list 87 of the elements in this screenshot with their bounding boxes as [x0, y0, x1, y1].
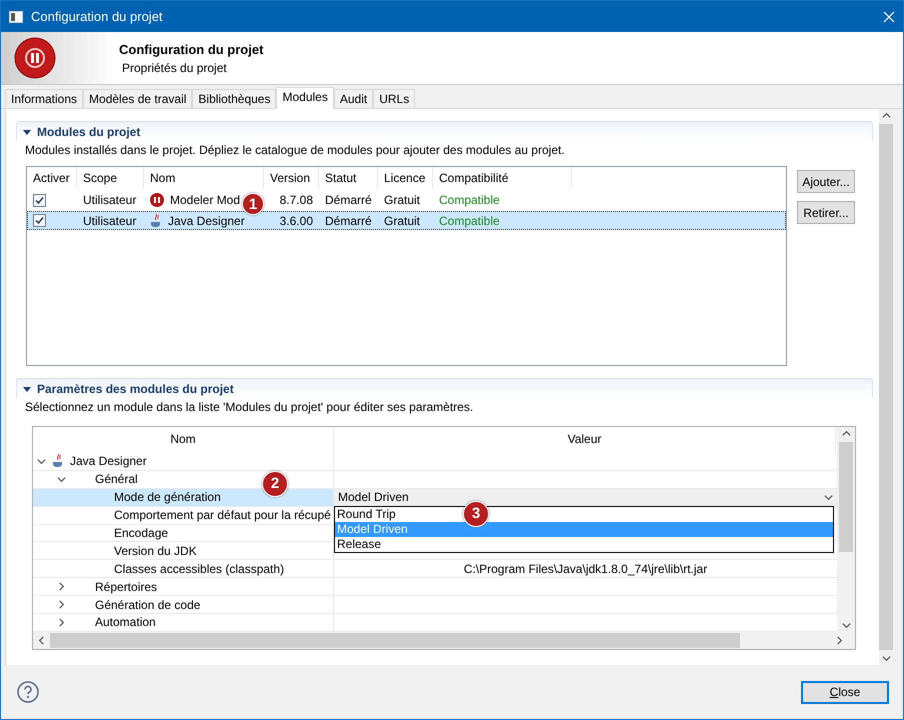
scroll-down-icon[interactable] [842, 621, 850, 630]
column-header[interactable]: Compatibilité [433, 167, 572, 189]
tree-item-label: Mode de génération [114, 490, 221, 504]
column-header[interactable]: Valeur [334, 427, 836, 453]
tree-item[interactable]: Comportement par défaut pour la récupé [33, 506, 334, 524]
collapse-icon[interactable] [23, 128, 31, 136]
scroll-up-icon[interactable] [882, 111, 890, 120]
table-cell: Compatible [439, 214, 500, 228]
table-cell: Modeler Mod [170, 193, 240, 207]
section-description: Modules installés dans le projet. Dépliez le catalogue de modules pour ajouter des modules au projet. [24, 142, 566, 157]
tree-item-label: Génération de code [95, 598, 200, 612]
header-subtitle: Propriétés du projet [121, 60, 228, 74]
tree-item[interactable]: Version du JDK [33, 542, 334, 560]
tab[interactable]: Modèles de travail [83, 89, 192, 108]
coffee-cup-icon [150, 214, 162, 228]
column-header[interactable]: Scope [77, 167, 144, 189]
dropdown-chevron-icon[interactable] [824, 492, 833, 502]
scroll-right-icon[interactable] [835, 636, 844, 645]
tree-item-label: Version du JDK [114, 544, 197, 558]
tab[interactable]: Informations [5, 89, 84, 108]
scroll-up-icon[interactable] [842, 429, 850, 438]
table-cell: Démarré [325, 193, 372, 207]
section-title: Modules du projet [37, 124, 140, 138]
table-cell: Java Designer [168, 214, 245, 228]
close-button[interactable]: Close [801, 680, 889, 704]
expand-chevron-icon[interactable] [57, 582, 66, 592]
table-cell: Gratuit [384, 193, 420, 207]
scroll-down-icon[interactable] [882, 654, 890, 663]
column-header[interactable]: Nom [144, 167, 264, 189]
collapse-icon[interactable] [23, 384, 31, 392]
tree-item-label: Automation [95, 615, 156, 630]
section-title: Paramètres des modules du projet [37, 382, 234, 396]
table-cell: Utilisateur [83, 193, 136, 207]
column-header[interactable]: Nom [33, 427, 334, 453]
tree-item[interactable]: Répertoires [33, 578, 334, 596]
scrollbar-thumb[interactable] [879, 124, 893, 650]
close-icon[interactable] [883, 10, 895, 22]
column-header[interactable]: Activer [27, 167, 77, 189]
column-header[interactable]: Licence [378, 167, 433, 189]
module-logo-icon [150, 193, 164, 207]
scrollbar-thumb[interactable] [50, 633, 740, 648]
table-cell: Compatible [439, 193, 500, 207]
value-text: C:\Program Files\Java\jdk1.8.0_74\jre\lib\rt.jar [462, 562, 708, 576]
column-header[interactable]: Statut [319, 167, 378, 189]
table-cell: 8.7.08 [280, 193, 313, 207]
tree-item[interactable]: Classes accessibles (classpath) [33, 560, 334, 578]
coffee-cup-icon [52, 454, 64, 468]
action-button[interactable]: Retirer... [797, 201, 855, 224]
checkbox[interactable] [33, 194, 46, 206]
header-title: Configuration du projet [119, 42, 264, 56]
expand-chevron-icon[interactable] [37, 456, 46, 466]
table-cell: 3.6.00 [280, 214, 313, 228]
column-header[interactable]: Version [264, 167, 319, 189]
checkbox[interactable] [33, 214, 46, 227]
expand-chevron-icon[interactable] [57, 618, 66, 627]
tree-item[interactable]: Mode de génération [33, 488, 334, 506]
expand-chevron-icon[interactable] [57, 600, 66, 610]
section-description: Sélectionnez un module dans la liste 'Modules du projet' pour éditer ses paramètres. [24, 399, 474, 414]
tree-item-label: Répertoires [95, 580, 158, 594]
tab[interactable]: URLs [373, 89, 416, 108]
window-title: Configuration du projet [31, 8, 164, 24]
expand-chevron-icon[interactable] [57, 474, 66, 484]
tree-item-label: Général [95, 472, 138, 486]
scrollbar-thumb[interactable] [839, 442, 853, 552]
tree-item[interactable]: Génération de code [33, 596, 334, 614]
window-icon [9, 10, 23, 22]
module-row[interactable]: Utilisateur Java Designer 3.6.00 Démarré Gratuit Compatible [27, 211, 786, 230]
tree-item-label: Encodage [114, 526, 168, 540]
help-icon[interactable] [17, 681, 39, 703]
section-header[interactable]: Paramètres des modules du projet [16, 378, 873, 398]
tree-item-label: Comportement par défaut pour la récupé [114, 508, 331, 522]
scroll-left-icon[interactable] [37, 636, 46, 645]
action-button[interactable]: Ajouter... [797, 170, 855, 193]
tree-item[interactable]: Java Designer [33, 452, 334, 470]
table-cell: Gratuit [384, 214, 420, 228]
tree-item[interactable]: Automation [33, 614, 334, 631]
tab[interactable]: Bibliothèques [192, 89, 276, 108]
tree-item[interactable]: Encodage [33, 524, 334, 542]
value-dropdown[interactable]: Model Driven [334, 488, 837, 506]
table-cell: Utilisateur [83, 214, 136, 228]
tab[interactable]: Audit [334, 89, 374, 108]
callout-badge: 1 [242, 193, 264, 215]
section-header[interactable]: Modules du projet [16, 121, 873, 141]
tab[interactable]: Modules [276, 87, 334, 109]
tree-item-label: Classes accessibles (classpath) [114, 562, 284, 576]
tree-item-label: Java Designer [70, 454, 147, 468]
table-cell: Démarré [325, 214, 372, 228]
